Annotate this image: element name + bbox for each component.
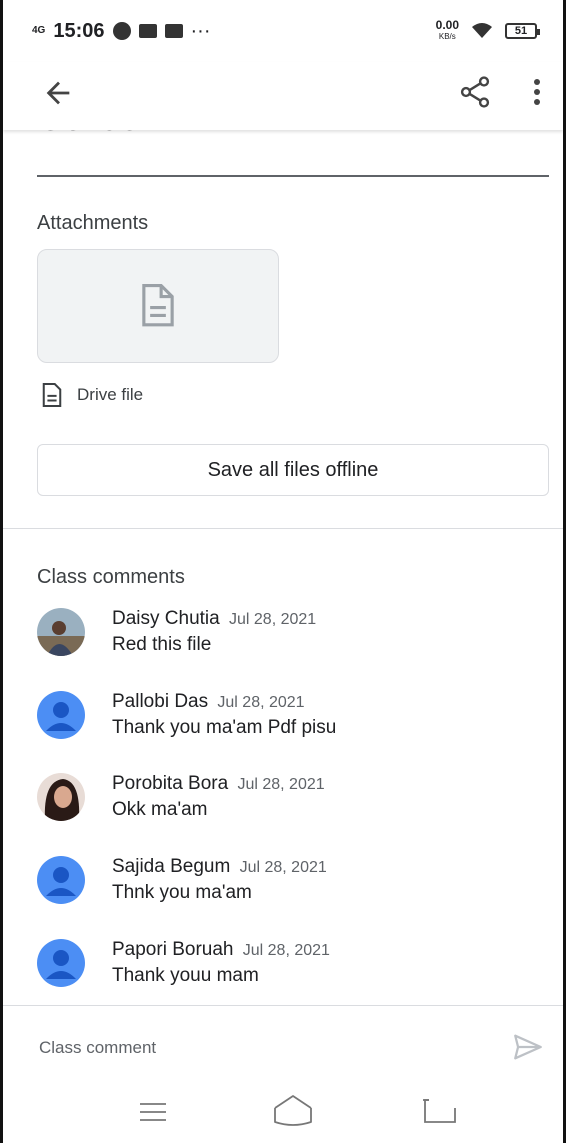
- avatar: [37, 939, 85, 987]
- comment-date: Jul 28, 2021: [242, 942, 330, 959]
- comment-author: Sajida Begum: [112, 856, 231, 877]
- back-icon[interactable]: [421, 1098, 457, 1124]
- document-icon: [142, 284, 174, 327]
- divider: [3, 1005, 563, 1006]
- comment-author: Pallobi Das: [112, 691, 209, 712]
- avatar: [37, 773, 85, 821]
- comment-text: Papori Boruah Jul 28, 2021 Thank youu ma…: [112, 939, 330, 987]
- comment-header: Porobita Bora Jul 28, 2021: [112, 773, 325, 795]
- comment-author: Papori Boruah: [112, 939, 234, 960]
- avatar: [37, 856, 85, 904]
- share-icon[interactable]: [457, 74, 493, 110]
- divider: [37, 175, 549, 177]
- status-bar: 4G 15:06 ··· 0.00 KB/s 51: [3, 0, 563, 62]
- send-icon[interactable]: [511, 1030, 545, 1064]
- comment-text: Sajida Begum Jul 28, 2021 Thnk you ma'am: [112, 856, 327, 904]
- speed-value: 0.00: [435, 18, 459, 32]
- more-notifications: ···: [190, 19, 211, 42]
- comment-author: Daisy Chutia: [112, 608, 220, 629]
- arrow-left-icon[interactable]: [41, 76, 75, 110]
- avatar: [37, 691, 85, 739]
- comment-item[interactable]: Daisy Chutia Jul 28, 2021 Red this file: [37, 608, 537, 668]
- avatar: [37, 608, 85, 656]
- comment-item[interactable]: Porobita Bora Jul 28, 2021 Okk ma'am: [37, 773, 537, 833]
- mail-icon-2: [164, 24, 183, 38]
- comment-body: Thnk you ma'am: [112, 882, 252, 903]
- speed-unit: KB/s: [438, 32, 456, 41]
- comment-date: Jul 28, 2021: [217, 694, 305, 711]
- network-speed: 0.00 KB/s: [435, 18, 459, 42]
- comment-text: Daisy Chutia Jul 28, 2021 Red this file: [112, 608, 316, 656]
- comment-date: Jul 28, 2021: [237, 776, 325, 793]
- comment-body: Thank you ma'am Pdf pisu: [112, 717, 337, 738]
- avatar-photo-icon: [37, 608, 85, 656]
- comment-item[interactable]: Papori Boruah Jul 28, 2021 Thank youu ma…: [37, 939, 537, 999]
- menu-icon[interactable]: [139, 1102, 167, 1122]
- status-right: 0.00 KB/s 51: [435, 18, 540, 42]
- comment-body: Thank youu mam: [112, 965, 259, 986]
- wifi-icon: [472, 23, 492, 38]
- save-all-offline-button[interactable]: Save all files offline: [37, 444, 549, 496]
- more-vert-icon[interactable]: [525, 74, 549, 110]
- class-comments-heading: Class comments: [37, 566, 185, 588]
- app-bar: [3, 62, 563, 130]
- person-icon: [46, 702, 76, 731]
- comment-text: Pallobi Das Jul 28, 2021 Thank you ma'am…: [112, 691, 336, 739]
- class-comment-input[interactable]: [37, 1032, 481, 1064]
- notification-icon: [112, 22, 131, 40]
- comment-date: Jul 28, 2021: [239, 859, 327, 876]
- comment-header: Daisy Chutia Jul 28, 2021: [112, 608, 316, 630]
- screen: 4G 15:06 ··· 0.00 KB/s 51 Attachments Dr…: [0, 0, 566, 1143]
- avatar-photo-icon: [37, 773, 85, 821]
- person-icon: [46, 950, 76, 979]
- person-icon: [46, 867, 76, 896]
- comment-item[interactable]: Sajida Begum Jul 28, 2021 Thnk you ma'am: [37, 856, 537, 916]
- status-left: 4G 15:06 ···: [32, 20, 210, 43]
- comment-date: Jul 28, 2021: [229, 611, 317, 628]
- comment-text: Porobita Bora Jul 28, 2021 Okk ma'am: [112, 773, 325, 821]
- battery-indicator: 51: [505, 23, 540, 39]
- attachment-thumbnail[interactable]: [37, 249, 279, 363]
- comment-author: Porobita Bora: [112, 773, 229, 794]
- network-indicator: 4G: [32, 25, 46, 36]
- system-nav-bar: [3, 1080, 563, 1143]
- mail-icon: [138, 24, 157, 38]
- attachments-heading: Attachments: [37, 212, 149, 234]
- drive-file-row[interactable]: Drive file: [41, 382, 143, 408]
- home-icon[interactable]: [271, 1092, 315, 1128]
- comment-item[interactable]: Pallobi Das Jul 28, 2021 Thank you ma'am…: [37, 691, 537, 751]
- comment-body: Red this file: [112, 634, 212, 655]
- divider: [3, 528, 563, 529]
- status-time: 15:06: [53, 19, 105, 42]
- comment-header: Papori Boruah Jul 28, 2021: [112, 939, 330, 961]
- drive-file-label: Drive file: [77, 385, 144, 404]
- comment-header: Pallobi Das Jul 28, 2021: [112, 691, 336, 713]
- comment-header: Sajida Begum Jul 28, 2021: [112, 856, 327, 878]
- comment-body: Okk ma'am: [112, 799, 208, 820]
- document-icon: [42, 382, 62, 408]
